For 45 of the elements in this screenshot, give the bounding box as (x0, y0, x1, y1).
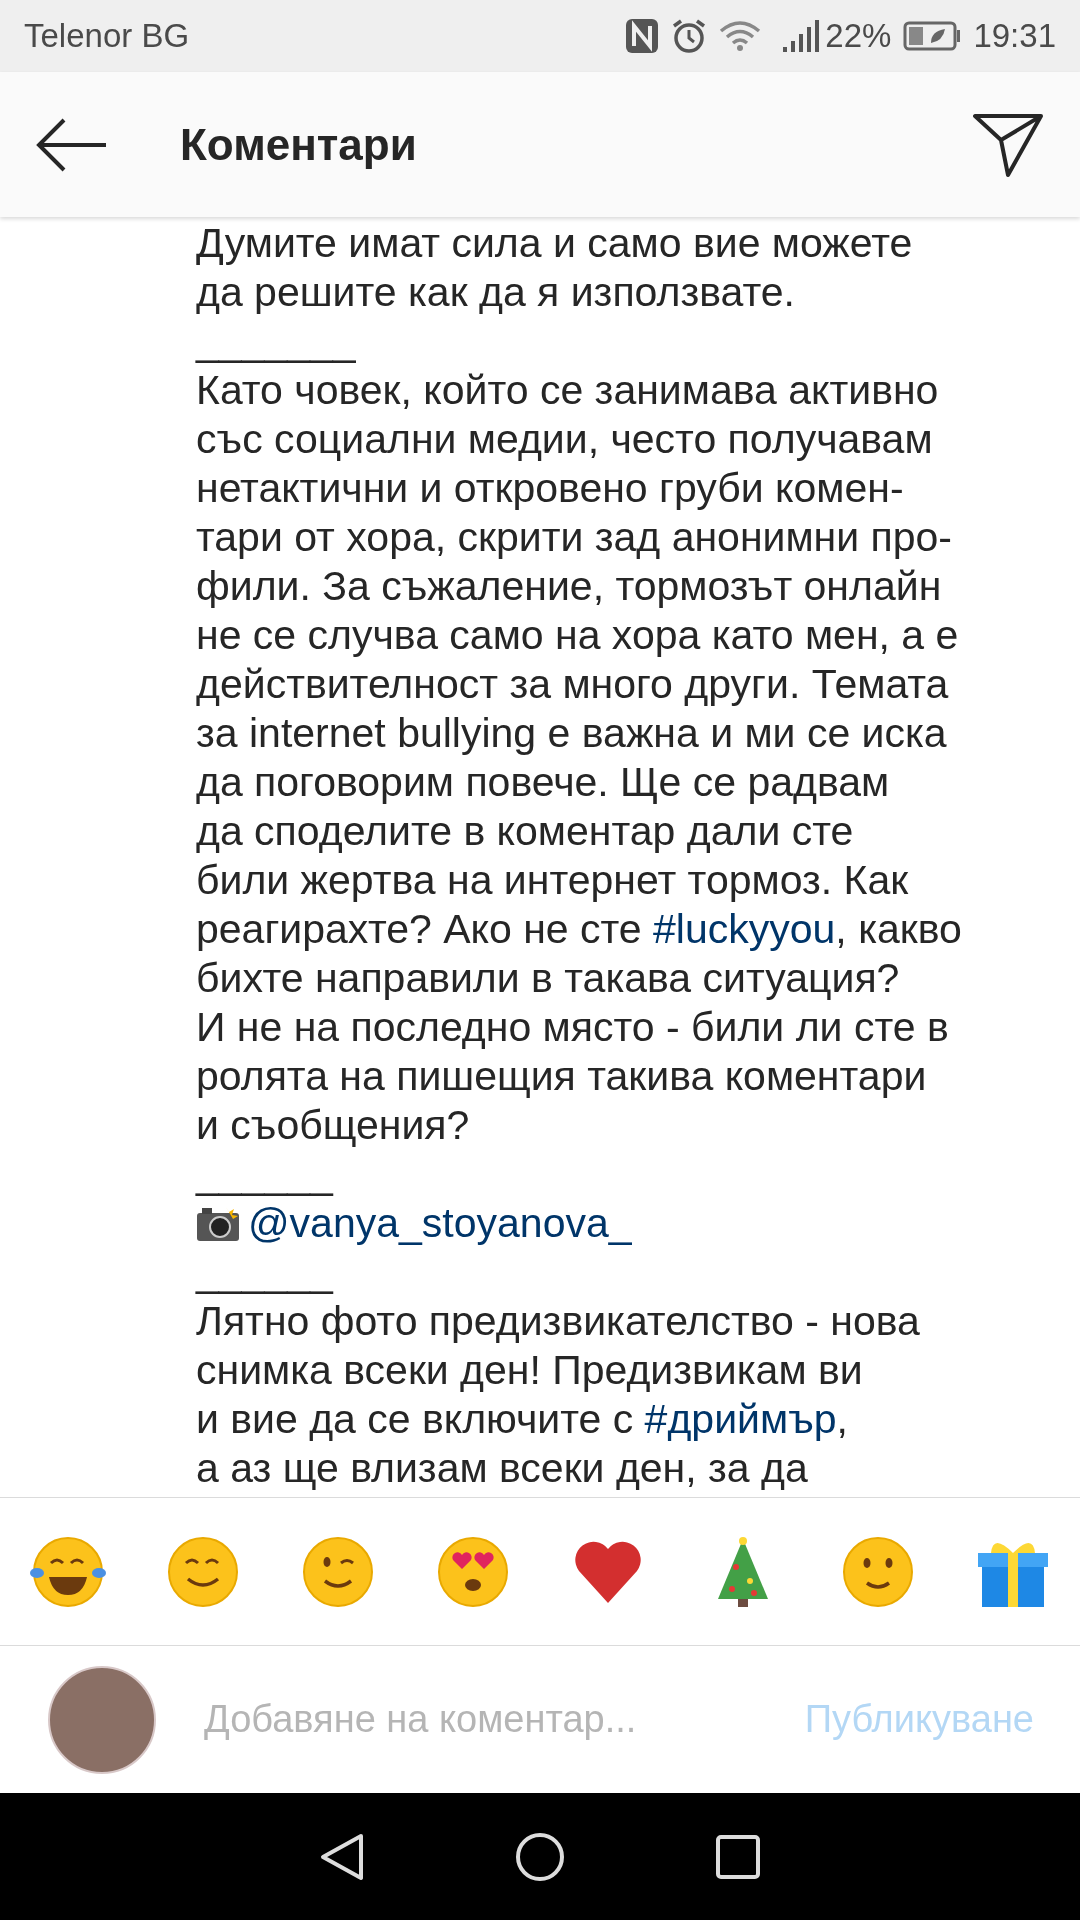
back-nav-icon[interactable] (319, 1831, 365, 1882)
caption-text: Думите имат сила и само вие можете (196, 219, 913, 268)
comment-input[interactable]: Добавяне на коментар... (204, 1691, 785, 1748)
caption-text: и съобщения? (196, 1101, 470, 1150)
caption-text: да споделите в коментар дали сте (196, 807, 854, 856)
hashtag-link[interactable]: #дриймър (644, 1395, 837, 1444)
caption-text: ______ (196, 1248, 333, 1297)
caption-text: за internet bullying е важна и ми се иска (196, 709, 947, 758)
caption-text: а аз ще влизам всеки ден, за да (196, 1444, 808, 1493)
caption-text: фили. За съжаление, тормозът онлайн (196, 562, 942, 611)
wifi-icon (719, 19, 762, 53)
caption-text: бихте направили в такава ситуация? (196, 954, 900, 1003)
battery-icon (903, 21, 962, 51)
caption-text: не се случва само на хора като мен, а е (196, 611, 959, 660)
caption-text: и вие да се включите с (196, 1395, 635, 1444)
back-arrow-icon (36, 116, 108, 173)
signal-icon (781, 19, 822, 53)
caption-text: тари от хора, скрити зад анонимни про- (196, 513, 953, 562)
caption-text: ______ (196, 1150, 333, 1199)
caption-text: нетактични и откровено груби комен- (196, 464, 904, 513)
alarm-icon (671, 18, 708, 54)
caption-text: да решите как да я използвате. (196, 268, 795, 317)
caption-text: ролята на пишещия такива коментари (196, 1052, 927, 1101)
caption-text: били жертва на интернет тормоз. Как (196, 856, 909, 905)
caption-text: И не на последно място - били ли сте в (196, 1003, 949, 1052)
battery-percent: 22% (825, 16, 892, 57)
clock-time: 19:31 (973, 16, 1056, 57)
caption-text: , какво (835, 905, 962, 954)
caption-text: , (836, 1395, 848, 1444)
nfc-icon (625, 18, 660, 54)
home-nav-icon[interactable] (515, 1831, 565, 1882)
screen-title: Коментари (180, 118, 417, 171)
caption-text: реагирахте? Ако не сте (196, 905, 643, 954)
caption-text: Като човек, който се занимава активно (196, 366, 939, 415)
carrier-name: Telenor BG (24, 16, 190, 57)
caption-text: действителност за много други. Темата (196, 660, 949, 709)
caption-text: със социални медии, често получавам (196, 415, 933, 464)
hashtag-link[interactable]: @vanya_stoyanova_ (248, 1199, 632, 1248)
send-icon (972, 111, 1044, 178)
caption-text: снимка всеки ден! Предизвикам ви (196, 1346, 863, 1395)
caption-text: Лятно фото предизвикателство - нова (196, 1297, 920, 1346)
caption-text: да поговорим повече. Ще се радвам (196, 758, 890, 807)
caption-text: _______ (196, 317, 356, 366)
hashtag-link[interactable]: #luckyyou (653, 905, 836, 954)
recents-nav-icon[interactable] (715, 1833, 761, 1880)
